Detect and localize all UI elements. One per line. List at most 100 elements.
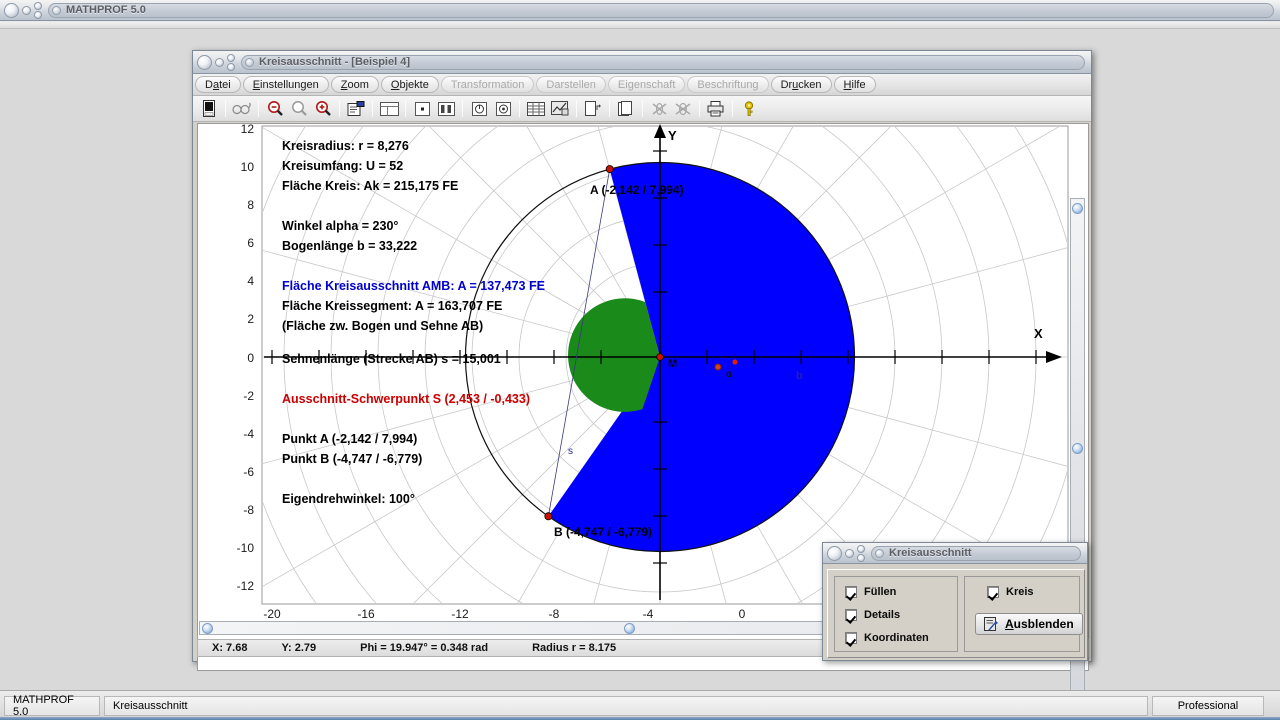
svg-text:-8: -8 [243,503,254,517]
main-window-controls[interactable] [0,0,42,20]
document-window-controls[interactable] [193,51,235,73]
menu-item-darstellen: Darstellen [536,76,606,93]
svg-text:6: 6 [247,236,254,250]
help-icon[interactable] [738,98,760,119]
menu-item-hilfe[interactable]: Hilfe [833,76,876,93]
annotation-flaeche-segment: Fläche Kreissegment: A = 163,707 FE [282,299,502,313]
ausblenden-button[interactable]: Ausblenden [975,613,1083,635]
annotation-kreisradius: Kreisradius: r = 8,276 [282,139,409,153]
zoom-reset-icon[interactable] [288,98,310,119]
glasses-icon[interactable] [231,98,253,119]
menu-item-drucken[interactable]: Drucken [770,76,832,93]
copy-to-icon[interactable] [582,98,604,119]
checkbox-kreis-box[interactable] [987,586,999,598]
doc-control-maximize-icon[interactable] [227,53,235,62]
palette-control-close-icon[interactable] [827,545,842,561]
info-icon[interactable] [468,98,490,119]
window-control-close-icon[interactable] [4,2,19,18]
checkbox-fuellen[interactable]: Füllen [845,586,896,598]
window-control-restore-icon[interactable] [34,10,42,19]
alpha-label: α [726,369,733,380]
annotation-bogenlaenge: Bogenlänge b = 33,222 [282,239,417,253]
palette-control-restore-icon[interactable] [857,553,865,562]
window-control-minimize-icon[interactable] [22,5,31,15]
document-titlebar[interactable]: Kreisausschnitt - [Beispiel 4] [193,51,1091,74]
toolbar-separator [576,100,577,117]
svg-text:-4: -4 [243,427,254,441]
properties-icon[interactable] [345,98,367,119]
status-app-name: MATHPROF 5.0 [4,694,100,718]
checkbox-kreis[interactable]: Kreis [987,586,1034,598]
delete-all-icon[interactable] [672,98,694,119]
app-logo-icon [52,5,61,15]
kreisausschnitt-palette: Kreisausschnitt Füllen Details Koordinat… [822,542,1088,661]
menu-item-einstellungen[interactable]: Einstellungen [242,76,329,93]
svg-text:-2: -2 [243,389,254,403]
checkbox-fuellen-label: Füllen [864,586,897,598]
main-window-titlebar[interactable]: MATHPROF 5.0 [0,0,1280,21]
svg-text:-16: -16 [357,607,375,621]
palette-control-maximize-icon[interactable] [857,544,865,553]
annotation-eigendrehwinkel: Eigendrehwinkel: 100° [282,492,415,506]
palette-group-display-options: Füllen Details Koordinaten [834,576,958,652]
palette-control-stack[interactable] [857,544,865,562]
palette-title-field: Kreisausschnitt [871,545,1081,561]
menu-item-eigenschaft: Eigenschaft [607,76,686,93]
palette-window-controls[interactable] [823,543,865,563]
doc-control-stack[interactable] [227,53,235,71]
layout-icon[interactable] [378,98,400,119]
document-title-field: Kreisausschnitt - [Beispiel 4] [241,54,1085,70]
document-window-title: Kreisausschnitt - [Beispiel 4] [259,56,410,68]
palette-group-circle-options: Kreis Ausblenden [964,576,1083,652]
hide-icon [984,617,999,631]
doc-control-restore-icon[interactable] [227,62,235,71]
point-b-marker [544,512,553,521]
checkbox-koordinaten-box[interactable] [845,632,857,644]
toolbar-separator [372,100,373,117]
palette-control-minimize-icon[interactable] [845,548,854,558]
svg-text:4: 4 [247,274,254,288]
point-icon[interactable] [411,98,433,119]
annotation-winkel-alpha: Winkel alpha = 230° [282,219,398,233]
document-logo-icon [245,57,254,67]
vscroll-thumb-top[interactable] [1072,203,1083,214]
table-icon[interactable] [525,98,547,119]
hscroll-thumb-left[interactable] [202,623,213,634]
palette-titlebar[interactable]: Kreisausschnitt [823,543,1087,564]
checkbox-fuellen-box[interactable] [845,586,857,598]
annotation-flaeche-kreis: Fläche Kreis: Ak = 215,175 FE [282,179,458,193]
checkbox-details-box[interactable] [845,609,857,621]
target-icon[interactable] [492,98,514,119]
checkbox-kreis-label: Kreis [1006,586,1034,598]
main-window-title-field: MATHPROF 5.0 [48,2,1274,18]
checkbox-koordinaten[interactable]: Koordinaten [845,632,929,644]
doc-control-minimize-icon[interactable] [215,57,224,67]
status-phi: Phi = 19.947° = 0.348 rad [360,642,489,654]
svg-text:-10: -10 [237,541,255,555]
zoom-out-icon[interactable] [264,98,286,119]
menu-item-datei[interactable]: Datei [195,76,241,93]
annotation-sehnenlaenge: Sehnenlänge (Strecke AB) s = 15,001 [282,352,501,366]
toolbar-separator [258,100,259,117]
svg-text:8: 8 [247,198,254,212]
copy-icon[interactable] [615,98,637,119]
svg-text:12: 12 [241,124,255,136]
vscroll-thumb[interactable] [1072,443,1083,454]
window-control-stack[interactable] [34,1,42,19]
columns-icon[interactable] [435,98,457,119]
window-control-maximize-icon[interactable] [34,1,42,10]
chart-table-icon[interactable] [549,98,571,119]
hscroll-thumb[interactable] [624,623,635,634]
svg-text:-12: -12 [451,607,469,621]
module-icon[interactable] [198,98,220,119]
zoom-in-icon[interactable] [312,98,334,119]
checkbox-koordinaten-label: Koordinaten [864,632,929,644]
menu-item-objekte[interactable]: Objekte [380,76,439,93]
doc-control-close-icon[interactable] [197,54,212,70]
checkbox-details[interactable]: Details [845,609,900,621]
print-icon[interactable] [705,98,727,119]
menu-item-zoom[interactable]: Zoom [330,76,379,93]
status-document-name: Kreisausschnitt [104,695,1148,716]
delete-icon[interactable] [648,98,670,119]
annotation-kreisumfang: Kreisumfang: U = 52 [282,159,403,173]
